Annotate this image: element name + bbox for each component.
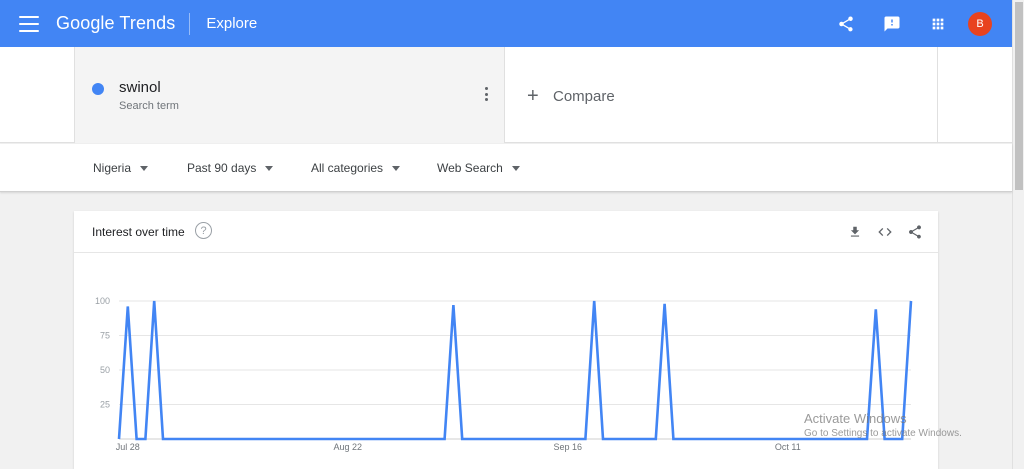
x-tick-label: Aug 22 xyxy=(334,442,363,452)
x-tick-label: Oct 11 xyxy=(775,442,801,452)
embed-icon[interactable] xyxy=(876,223,894,241)
apps-icon[interactable] xyxy=(926,12,950,36)
search-type-filter-label: Web Search xyxy=(437,161,503,175)
card-header: Interest over time ? xyxy=(74,211,938,253)
x-tick-label: Jul 28 xyxy=(116,442,140,452)
y-tick-label: 50 xyxy=(100,365,110,375)
app-bar: Google Trends Explore B xyxy=(0,0,1012,47)
avatar[interactable]: B xyxy=(968,11,992,36)
chevron-down-icon xyxy=(511,165,520,171)
search-term-name[interactable]: swinol xyxy=(119,79,161,96)
filters-bar: Nigeria Past 90 days All categories Web … xyxy=(0,144,1012,192)
region-filter[interactable]: Nigeria xyxy=(93,161,149,175)
help-icon[interactable]: ? xyxy=(195,222,212,239)
term-color-dot xyxy=(92,83,104,95)
header-actions: B xyxy=(834,0,1012,47)
page-scrollbar[interactable] xyxy=(1012,0,1024,469)
y-tick-label: 75 xyxy=(100,331,110,341)
time-filter[interactable]: Past 90 days xyxy=(187,161,274,175)
y-tick-label: 100 xyxy=(95,296,110,306)
plus-icon: + xyxy=(527,85,539,107)
header-divider xyxy=(189,12,191,35)
search-term-card[interactable]: swinol Search term xyxy=(74,47,505,143)
google-trends-logo[interactable]: Google Trends xyxy=(56,13,175,34)
menu-icon[interactable] xyxy=(19,15,39,32)
download-icon[interactable] xyxy=(846,223,864,241)
category-filter[interactable]: All categories xyxy=(311,161,401,175)
scrollbar-thumb[interactable] xyxy=(1015,2,1023,190)
y-tick-label: 25 xyxy=(100,400,110,410)
chevron-down-icon xyxy=(392,165,401,171)
terms-divider xyxy=(937,47,938,143)
compare-button[interactable]: + Compare xyxy=(527,85,615,107)
feedback-icon[interactable] xyxy=(880,12,904,36)
time-filter-label: Past 90 days xyxy=(187,161,257,175)
card-title: Interest over time xyxy=(92,225,185,239)
share-icon[interactable] xyxy=(834,12,858,36)
share-icon[interactable] xyxy=(906,223,924,241)
interest-over-time-chart[interactable]: 100 75 50 25 Jul 28 Aug 22 Sep 16 Oct 11 xyxy=(74,253,938,469)
more-options-icon[interactable] xyxy=(484,87,488,101)
page-title: Explore xyxy=(206,15,258,32)
search-terms-row: swinol Search term + Compare xyxy=(0,47,1012,143)
chevron-down-icon xyxy=(265,165,274,171)
category-filter-label: All categories xyxy=(311,161,384,175)
region-filter-label: Nigeria xyxy=(93,161,132,175)
compare-label: Compare xyxy=(553,87,615,105)
card-actions xyxy=(834,223,924,241)
interest-over-time-card: Interest over time ? 100 75 50 25 Jul 28 Aug … xyxy=(74,211,938,469)
chevron-down-icon xyxy=(140,165,149,171)
x-tick-label: Sep 16 xyxy=(554,442,583,452)
search-type-filter[interactable]: Web Search xyxy=(437,161,520,175)
search-term-subtitle: Search term xyxy=(119,100,179,112)
